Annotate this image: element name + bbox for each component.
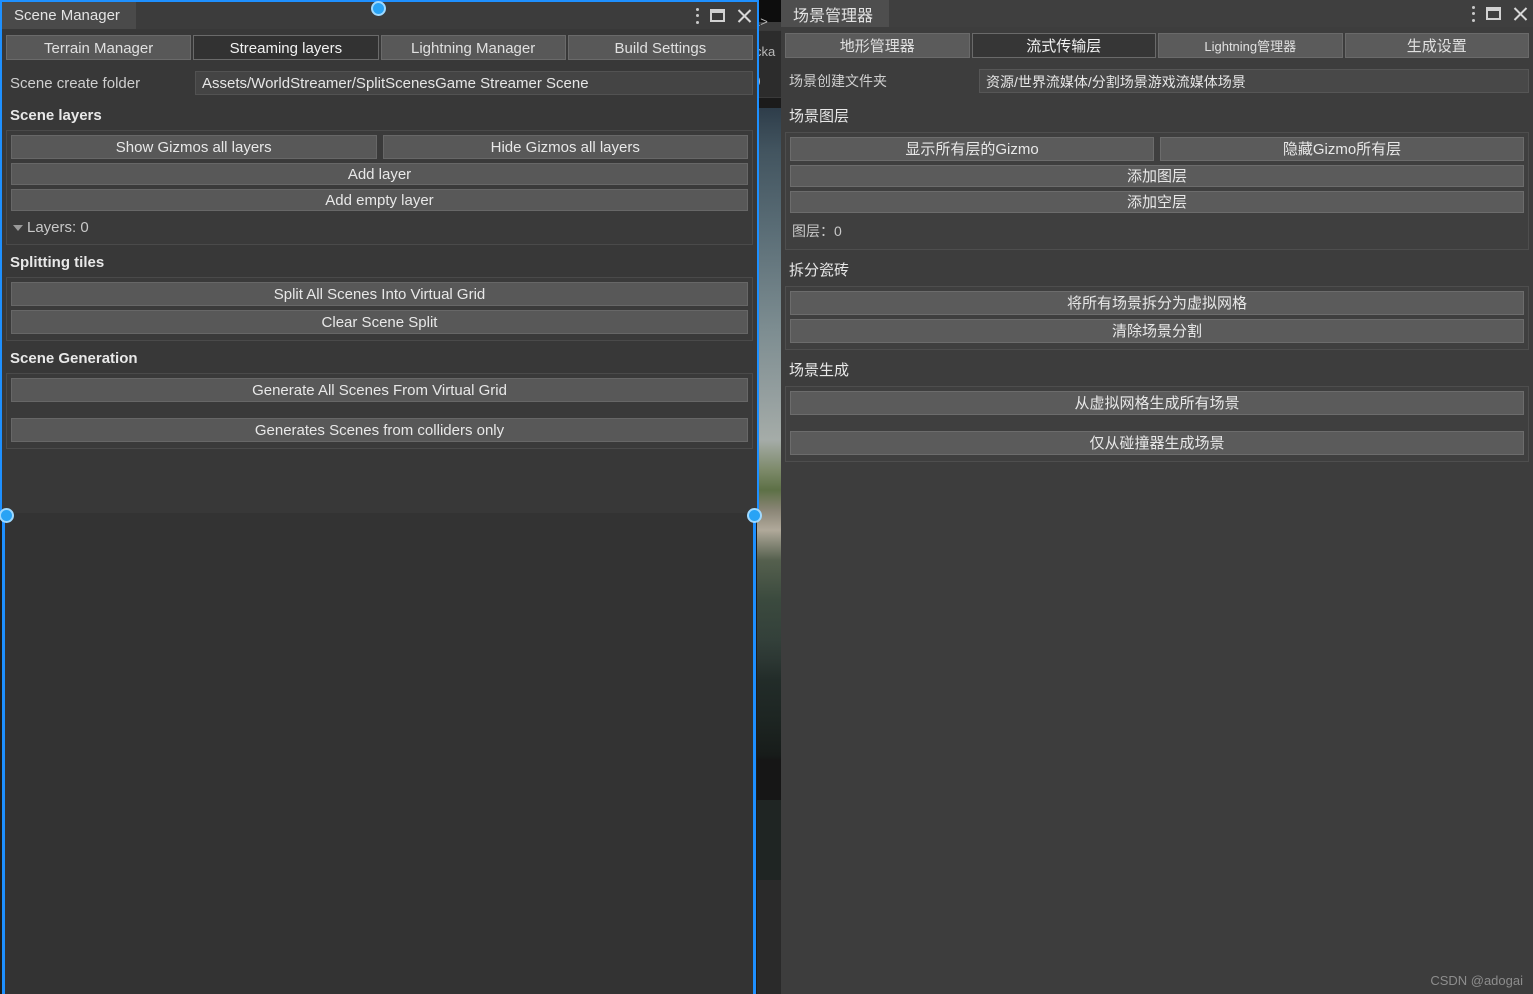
group-splitting-tiles-cn: 将所有场景拆分为虚拟网格 清除场景分割 [785,286,1529,350]
scene-create-folder-row-en: Scene create folder Assets/WorldStreamer… [2,68,757,98]
layers-foldout-cn[interactable]: 图层：0 [790,217,1524,243]
panel-body-cn: 场景管理器 地形管理器 流式传输层 Lightning管理器 生成设置 场景创建… [781,0,1533,994]
tab-build-settings-cn[interactable]: 生成设置 [1344,33,1529,58]
show-gizmos-all-layers-button-cn[interactable]: 显示所有层的Gizmo [790,137,1154,161]
window-title-tab-en[interactable]: Scene Manager [2,2,136,29]
tab-terrain-manager-cn[interactable]: 地形管理器 [785,33,970,58]
tab-streaming-layers-cn[interactable]: 流式传输层 [971,33,1156,58]
section-heading-splitting-tiles-cn: 拆分瓷砖 [789,262,850,279]
clear-scene-split-button-cn[interactable]: 清除场景分割 [790,319,1524,343]
scene-create-folder-input[interactable]: Assets/WorldStreamer/SplitScenesGame Str… [195,71,753,95]
section-heading-scene-generation: Scene Generation [10,350,138,367]
hide-gizmos-all-layers-button-cn[interactable]: 隐藏Gizmo所有层 [1160,137,1524,161]
tabstrip-en: Terrain Manager Streaming layers Lightni… [2,29,757,60]
tab-build-settings[interactable]: Build Settings [567,35,753,60]
close-icon[interactable] [736,8,751,23]
split-all-scenes-into-virtual-grid-button-cn[interactable]: 将所有场景拆分为虚拟网格 [790,291,1524,315]
gizmo-button-row-en: Show Gizmos all layers Hide Gizmos all l… [11,135,748,159]
tab-lightning-manager-cn[interactable]: Lightning管理器 [1158,33,1343,58]
layers-foldout[interactable]: Layers: 0 [11,215,748,238]
screenshot-root: 1> cka ) Scene Manager Terrain Manager S… [0,0,1533,994]
maximize-icon[interactable] [710,9,725,22]
titlebar-cn: 场景管理器 [781,0,1533,27]
hide-gizmos-all-layers-button[interactable]: Hide Gizmos all layers [382,135,748,159]
window-controls-en [695,2,751,29]
generates-scenes-from-colliders-only-button-cn[interactable]: 仅从碰撞器生成场景 [790,431,1524,455]
chevron-down-icon [13,224,23,231]
panel-body-en: Scene Manager Terrain Manager Streaming … [0,0,759,516]
resize-handle-bottom-right[interactable] [747,508,762,523]
generate-all-scenes-from-virtual-grid-button-cn[interactable]: 从虚拟网格生成所有场景 [790,391,1524,415]
layers-count-label-cn: 图层：0 [792,223,842,239]
group-scene-layers-cn: 显示所有层的Gizmo 隐藏Gizmo所有层 添加图层 添加空层 图层：0 [785,132,1529,250]
page-title-en: Scene Manager [14,7,120,24]
show-gizmos-all-layers-button[interactable]: Show Gizmos all layers [11,135,377,159]
group-scene-layers-en: Show Gizmos all layers Hide Gizmos all l… [6,130,753,245]
scene-view-sliver: 1> cka ) [753,0,791,994]
maximize-icon[interactable] [1486,7,1501,20]
add-empty-layer-button[interactable]: Add empty layer [11,189,748,211]
selection-edge-left[interactable] [2,510,5,994]
scene-manager-window-cn[interactable]: 场景管理器 地形管理器 流式传输层 Lightning管理器 生成设置 场景创建… [781,0,1533,994]
scene-create-folder-label-cn: 场景创建文件夹 [789,73,887,89]
layers-count-label: Layers: 0 [27,219,89,236]
kebab-menu-icon[interactable] [1471,5,1475,22]
page-title-cn: 场景管理器 [793,7,874,25]
group-splitting-tiles-en: Split All Scenes Into Virtual Grid Clear… [6,277,753,341]
window-controls-cn [1471,0,1527,27]
tab-lightning-manager[interactable]: Lightning Manager [380,35,566,60]
section-heading-scene-layers: Scene layers [10,107,102,124]
add-empty-layer-button-cn[interactable]: 添加空层 [790,191,1524,213]
empty-editor-area [5,513,753,994]
close-icon[interactable] [1512,6,1527,21]
scene-create-folder-input-cn[interactable]: 资源/世界流媒体/分割场景游戏流媒体场景 [979,69,1529,93]
window-title-tab-cn[interactable]: 场景管理器 [781,0,890,27]
add-layer-button-cn[interactable]: 添加图层 [790,165,1524,187]
add-layer-button[interactable]: Add layer [11,163,748,185]
gizmo-button-row-cn: 显示所有层的Gizmo 隐藏Gizmo所有层 [790,137,1524,161]
scene-manager-window-en[interactable]: Scene Manager Terrain Manager Streaming … [0,0,759,516]
section-heading-scene-layers-cn: 场景图层 [789,108,850,125]
group-scene-generation-cn: 从虚拟网格生成所有场景 仅从碰撞器生成场景 [785,386,1529,462]
generate-all-scenes-from-virtual-grid-button[interactable]: Generate All Scenes From Virtual Grid [11,378,748,402]
csdn-watermark: CSDN @adogai [1430,973,1523,988]
clear-scene-split-button[interactable]: Clear Scene Split [11,310,748,334]
tabstrip-cn: 地形管理器 流式传输层 Lightning管理器 生成设置 [781,27,1533,58]
section-heading-scene-generation-cn: 场景生成 [789,362,850,379]
resize-handle-top[interactable] [371,1,386,16]
tab-streaming-layers[interactable]: Streaming layers [193,35,379,60]
section-heading-splitting-tiles: Splitting tiles [10,254,105,271]
split-all-scenes-into-virtual-grid-button[interactable]: Split All Scenes Into Virtual Grid [11,282,748,306]
selection-edge-right[interactable] [753,510,756,994]
tab-terrain-manager[interactable]: Terrain Manager [6,35,192,60]
generates-scenes-from-colliders-only-button[interactable]: Generates Scenes from colliders only [11,418,748,442]
scene-create-folder-row-cn: 场景创建文件夹 资源/世界流媒体/分割场景游戏流媒体场景 [781,66,1533,96]
group-scene-generation-en: Generate All Scenes From Virtual Grid Ge… [6,373,753,449]
scene-create-folder-label: Scene create folder [10,74,141,92]
kebab-menu-icon[interactable] [695,7,699,24]
